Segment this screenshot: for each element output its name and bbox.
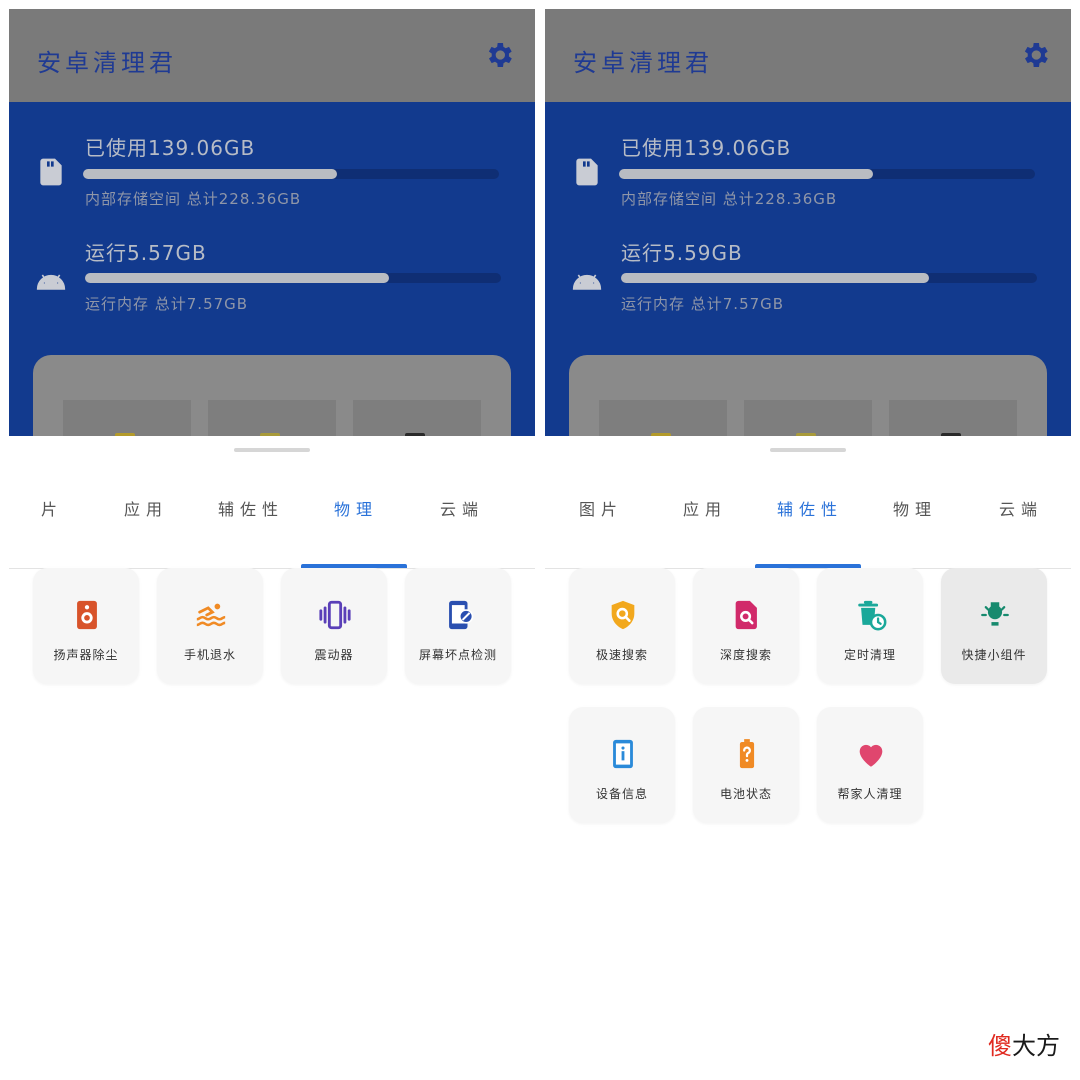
battery-unknown-icon — [739, 739, 755, 769]
storage-progress-bar — [83, 169, 499, 179]
tab-apps[interactable]: 应用 — [124, 496, 168, 520]
category-tabs: 图片 应用 辅佐性 物理 云端 — [545, 472, 1071, 569]
tile-label: 扬声器除尘 — [53, 648, 119, 662]
tool-tile-quick-search[interactable]: 极速搜索 — [569, 568, 675, 684]
tool-tile-vibrator[interactable]: 震动器 — [281, 568, 387, 684]
sd-card-icon — [40, 158, 62, 186]
speaker-icon — [77, 600, 97, 630]
android-icon — [572, 274, 602, 290]
tab-pictures[interactable]: 片 — [41, 496, 63, 520]
tile-label: 极速搜索 — [595, 648, 648, 662]
tab-assist[interactable]: 辅佐性 — [777, 496, 843, 520]
ram-progress-bar — [621, 273, 1037, 283]
storage-progress-fill — [619, 169, 873, 179]
tab-pictures[interactable]: 图片 — [579, 496, 623, 520]
tile-label: 深度搜索 — [719, 648, 772, 662]
storage-panel: 已使用139.06GB 内部存储空间 总计228.36GB 运行5.59GB 运… — [545, 102, 1071, 460]
storage-progress-fill — [83, 169, 337, 179]
watermark: 傻大方 — [988, 1026, 1060, 1061]
storage-used-label: 已使用139.06GB — [85, 136, 256, 160]
vibration-icon — [319, 600, 351, 630]
ram-progress-bar — [85, 273, 501, 283]
ram-progress-fill — [621, 273, 929, 283]
tile-label: 屏幕坏点检测 — [418, 648, 497, 662]
tool-grid: 扬声器除尘 手机退水 震动器 屏幕坏点检测 — [9, 568, 535, 968]
sd-card-icon — [576, 158, 598, 186]
ram-progress-fill — [85, 273, 389, 283]
device-info-icon — [613, 739, 633, 769]
ram-stat[interactable]: 运行5.59GB 运行内存 总计7.57GB — [545, 207, 1071, 313]
app-bar: 安卓清理君 — [9, 9, 535, 102]
gear-icon[interactable] — [483, 39, 515, 71]
ram-used-label: 运行5.59GB — [621, 241, 743, 265]
ram-stat[interactable]: 运行5.57GB 运行内存 总计7.57GB — [9, 207, 535, 313]
app-title: 安卓清理君 — [573, 49, 713, 77]
shield-search-icon — [611, 600, 635, 630]
gear-icon[interactable] — [1019, 39, 1051, 71]
android-icon — [36, 274, 66, 290]
swim-icon — [196, 603, 226, 627]
ram-used-label: 运行5.57GB — [85, 241, 207, 265]
drag-handle[interactable] — [770, 448, 846, 452]
tool-tile-quick-widget[interactable]: 快捷小组件 — [941, 568, 1047, 684]
tab-cloud[interactable]: 云端 — [999, 496, 1043, 520]
category-tabs: 片 应用 辅佐性 物理 云端 — [9, 472, 535, 569]
tool-tile-water-eject[interactable]: 手机退水 — [157, 568, 263, 684]
tool-tile-deep-search[interactable]: 深度搜索 — [693, 568, 799, 684]
tool-tile-scheduled-clean[interactable]: 定时清理 — [817, 568, 923, 684]
tab-cloud[interactable]: 云端 — [440, 496, 484, 520]
phone-screen-left: 安卓清理君 已使用139.06GB 内部存储空间 总计228.36GB 运行5.… — [9, 9, 535, 1009]
screen-check-icon — [449, 600, 474, 630]
phone-screen-right: 安卓清理君 已使用139.06GB 内部存储空间 总计228.36GB 运行5.… — [545, 9, 1071, 1009]
storage-panel: 已使用139.06GB 内部存储空间 总计228.36GB 运行5.57GB 运… — [9, 102, 535, 460]
internal-storage-stat[interactable]: 已使用139.06GB 内部存储空间 总计228.36GB — [9, 102, 535, 208]
internal-storage-stat[interactable]: 已使用139.06GB 内部存储空间 总计228.36GB — [545, 102, 1071, 208]
tab-apps[interactable]: 应用 — [683, 496, 727, 520]
drag-handle[interactable] — [234, 448, 310, 452]
storage-total-label: 内部存储空间 总计228.36GB — [85, 190, 302, 208]
watermark-part-2: 大方 — [1012, 1032, 1060, 1060]
watermark-part-1: 傻 — [988, 1032, 1012, 1060]
bottom-sheet: 图片 应用 辅佐性 物理 云端 极速搜索 深度搜索 定时清理 快捷小组件 设备信… — [545, 436, 1071, 1009]
tab-physical[interactable]: 物理 — [334, 496, 378, 520]
tile-label: 电池状态 — [719, 787, 772, 801]
tab-physical[interactable]: 物理 — [893, 496, 937, 520]
heart-icon — [859, 744, 883, 767]
storage-progress-bar — [619, 169, 1035, 179]
tile-label: 快捷小组件 — [961, 648, 1027, 662]
tool-tile-family-clean[interactable]: 帮家人清理 — [817, 707, 923, 823]
tab-assist[interactable]: 辅佐性 — [218, 496, 284, 520]
timer-trash-icon — [858, 600, 887, 631]
tile-label: 手机退水 — [183, 648, 236, 662]
tool-tile-dead-pixel-check[interactable]: 屏幕坏点检测 — [405, 568, 511, 684]
tool-tile-device-info[interactable]: 设备信息 — [569, 707, 675, 823]
file-search-icon — [735, 600, 757, 630]
tile-label: 设备信息 — [595, 787, 648, 801]
lightbulb-icon — [981, 602, 1009, 626]
ram-total-label: 运行内存 总计7.57GB — [85, 295, 249, 313]
bottom-sheet: 片 应用 辅佐性 物理 云端 扬声器除尘 手机退水 震动器 屏幕坏点检测 — [9, 436, 535, 1009]
tool-grid: 极速搜索 深度搜索 定时清理 快捷小组件 设备信息 电池状态 帮家人清理 — [545, 568, 1071, 968]
tool-tile-battery-status[interactable]: 电池状态 — [693, 707, 799, 823]
tool-tile-speaker-clean[interactable]: 扬声器除尘 — [33, 568, 139, 684]
tile-label: 帮家人清理 — [837, 787, 903, 801]
storage-total-label: 内部存储空间 总计228.36GB — [621, 190, 838, 208]
ram-total-label: 运行内存 总计7.57GB — [621, 295, 785, 313]
app-title: 安卓清理君 — [37, 49, 177, 77]
tile-label: 定时清理 — [843, 648, 896, 662]
app-bar: 安卓清理君 — [545, 9, 1071, 102]
storage-used-label: 已使用139.06GB — [621, 136, 792, 160]
tile-label: 震动器 — [314, 648, 354, 662]
